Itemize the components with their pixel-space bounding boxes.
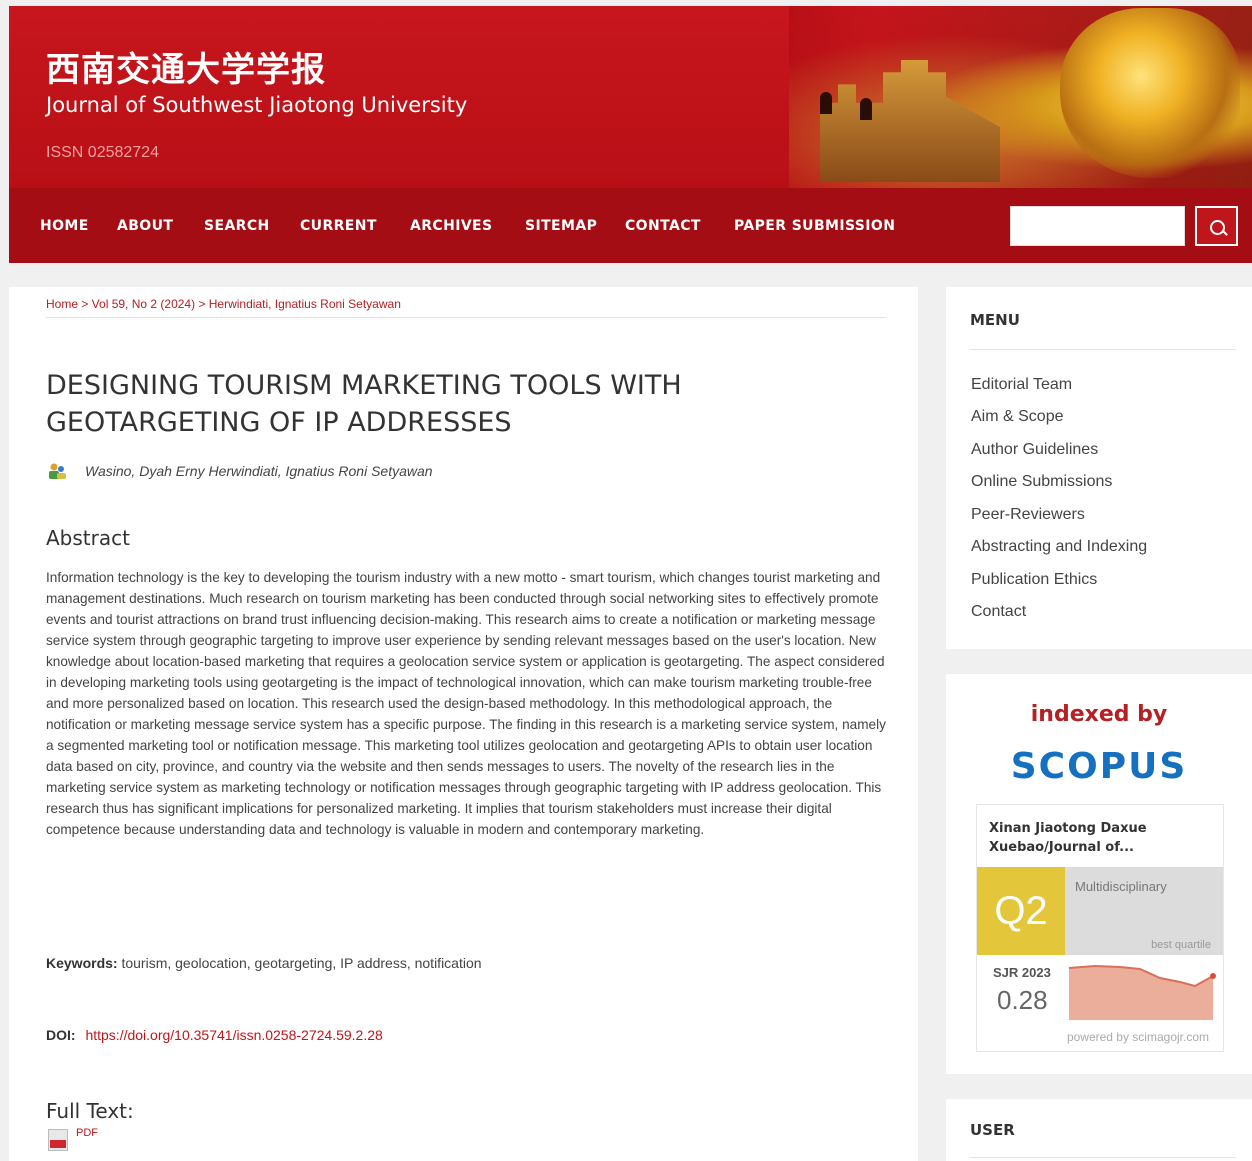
nav-archives[interactable]: ARCHIVES: [410, 218, 493, 234]
sjr-trend-chart: [1068, 964, 1216, 1020]
divider: [46, 317, 886, 318]
nav-contact[interactable]: CONTACT: [625, 218, 701, 234]
keywords-value: tourism, geolocation, geotargeting, IP a…: [121, 955, 482, 971]
category-box: Multidisciplinary best quartile: [1065, 867, 1223, 955]
journal-title-english: Journal of Southwest Jiaotong University: [46, 93, 468, 117]
sjr-value: 0.28: [997, 985, 1048, 1015]
abstract-text: Information technology is the key to dev…: [46, 570, 886, 837]
fulltext-heading: Full Text:: [46, 1099, 134, 1123]
pdf-link[interactable]: PDF: [76, 1127, 98, 1139]
abstract-heading: Abstract: [46, 526, 130, 550]
wall-window: [820, 92, 832, 114]
sjr-year-label: SJR 2023: [993, 965, 1051, 980]
nav-sitemap[interactable]: SITEMAP: [525, 218, 597, 234]
search-icon-handle: [1222, 230, 1228, 236]
issn-label: ISSN 02582724: [46, 144, 159, 161]
nav-current[interactable]: CURRENT: [300, 218, 377, 234]
doi: DOI: https://doi.org/10.35741/issn.0258-…: [46, 1027, 383, 1043]
pdf-icon[interactable]: [48, 1129, 68, 1151]
quartile-badge: Q2: [977, 867, 1065, 955]
nav-about[interactable]: ABOUT: [117, 218, 173, 234]
menu-item-editorial-team[interactable]: Editorial Team: [971, 376, 1072, 394]
menu-item-online-submissions[interactable]: Online Submissions: [971, 473, 1112, 491]
menu-item-author-guidelines[interactable]: Author Guidelines: [971, 441, 1098, 459]
sjr-journal-name: Xinan Jiaotong Daxue Xuebao/Journal of..…: [989, 821, 1147, 855]
indexed-by-label: indexed by: [1030, 702, 1168, 727]
divider: [970, 1157, 1236, 1158]
indexed-by-panel: indexed by SCOPUS Xinan Jiaotong Daxue X…: [946, 674, 1252, 1074]
menu-item-publication-ethics[interactable]: Publication Ethics: [971, 571, 1097, 589]
sidebar-menu: MENU Editorial Team Aim & Scope Author G…: [946, 287, 1252, 649]
powered-by-scimago[interactable]: powered by scimagojr.com: [1067, 1030, 1209, 1044]
doi-label: DOI:: [46, 1027, 76, 1043]
wall-window: [860, 98, 872, 120]
menu-item-abstracting-indexing[interactable]: Abstracting and Indexing: [971, 538, 1147, 556]
best-quartile-label: best quartile: [1151, 939, 1211, 951]
keywords-label: Keywords:: [46, 955, 118, 971]
article-authors: Wasino, Dyah Erny Herwindiati, Ignatius …: [85, 463, 433, 479]
scopus-logo[interactable]: SCOPUS: [946, 746, 1252, 787]
article-title: DESIGNING TOURISM MARKETING TOOLS WITH G…: [46, 370, 682, 438]
sjr-widget[interactable]: Xinan Jiaotong Daxue Xuebao/Journal of..…: [976, 804, 1224, 1052]
menu-item-aim-scope[interactable]: Aim & Scope: [971, 408, 1063, 426]
nav-paper-submission[interactable]: PAPER SUBMISSION: [734, 218, 895, 234]
menu-title: MENU: [970, 311, 1020, 329]
search-button[interactable]: [1195, 206, 1238, 246]
menu-item-contact[interactable]: Contact: [971, 603, 1026, 621]
nav-search[interactable]: SEARCH: [204, 218, 270, 234]
main-navigation: HOME ABOUT SEARCH CURRENT ARCHIVES SITEM…: [9, 188, 1252, 263]
keywords: Keywords: tourism, geolocation, geotarge…: [46, 955, 482, 971]
journal-title-chinese: 西南交通大学学报: [46, 50, 326, 90]
authors-icon: [49, 463, 66, 479]
category-label: Multidisciplinary: [1075, 879, 1167, 894]
golden-lion-illustration: [1060, 8, 1240, 178]
search-input[interactable]: [1010, 206, 1185, 246]
breadcrumb[interactable]: Home > Vol 59, No 2 (2024) > Herwindiati…: [46, 297, 401, 311]
menu-item-peer-reviewers[interactable]: Peer-Reviewers: [971, 506, 1085, 524]
sidebar-user: USER: [946, 1099, 1252, 1161]
divider: [970, 349, 1236, 350]
nav-home[interactable]: HOME: [40, 218, 89, 234]
user-title: USER: [970, 1121, 1015, 1139]
doi-link[interactable]: https://doi.org/10.35741/issn.0258-2724.…: [85, 1027, 382, 1043]
article-panel: Home > Vol 59, No 2 (2024) > Herwindiati…: [9, 287, 918, 1161]
